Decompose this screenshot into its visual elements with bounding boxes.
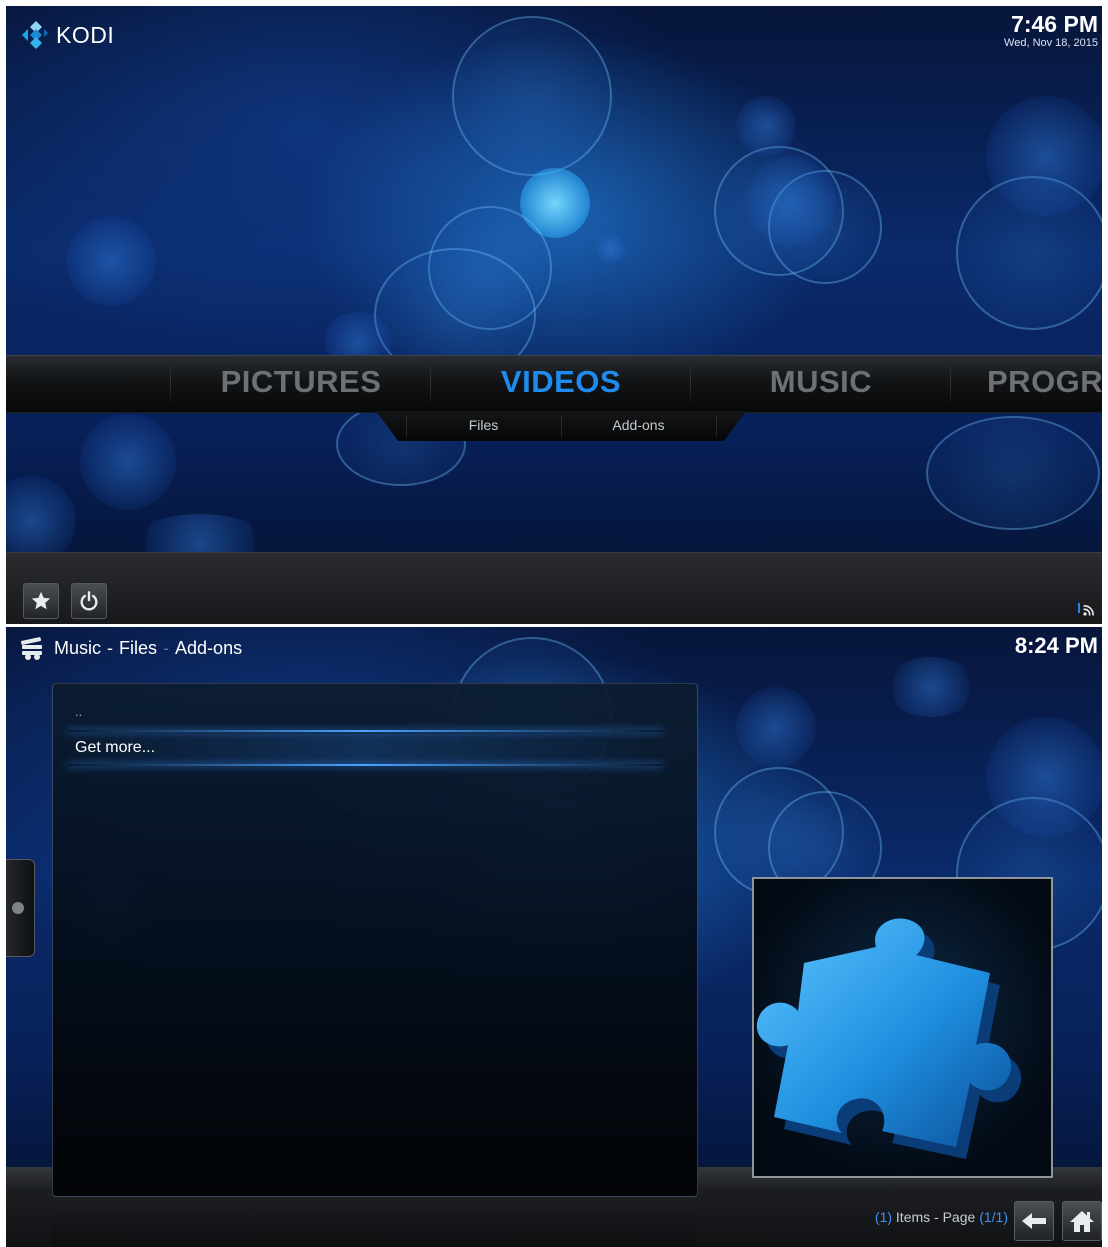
- main-menu-bar: PICTURES VIDEOS MUSIC PROGR: [6, 355, 1102, 413]
- home-screen: KODI 7:46 PM Wed, Nov 18, 2015 PICTURES …: [6, 6, 1102, 624]
- brand-name: KODI: [56, 21, 115, 48]
- back-button[interactable]: [1014, 1201, 1054, 1241]
- favourites-button[interactable]: [23, 583, 59, 619]
- clock: 8:24 PM: [1014, 633, 1098, 658]
- list-highlight-bottom: [67, 764, 663, 766]
- menu-item-pictures[interactable]: PICTURES: [172, 364, 430, 400]
- clock-date: Wed, Nov 18, 2015: [1004, 37, 1098, 49]
- bokeh-background: [6, 6, 1102, 624]
- submenu-divider: [716, 415, 717, 437]
- menu-divider: [430, 362, 431, 406]
- puzzle-piece-icon: [756, 918, 1022, 1159]
- videos-submenu: Files Add-ons: [376, 411, 746, 441]
- submenu-item-files[interactable]: Files: [406, 417, 561, 433]
- clock-time: 7:46 PM: [1011, 11, 1098, 37]
- menu-divider: [690, 362, 691, 406]
- breadcrumb-files[interactable]: Files: [119, 638, 157, 659]
- addon-thumbnail: [752, 877, 1053, 1178]
- home-button[interactable]: [1062, 1201, 1102, 1241]
- kodi-logo-icon: [22, 21, 48, 49]
- menu-divider: [170, 362, 171, 406]
- addons-screen: Music - Files - Add-ons 8:24 PM (1) Item…: [6, 627, 1102, 1247]
- list-highlight-top: [67, 730, 663, 732]
- page-info: (1) Items - Page (1/1): [874, 1209, 1008, 1225]
- side-menu-tab[interactable]: [6, 859, 35, 957]
- items-page-label: Items - Page: [895, 1209, 976, 1225]
- breadcrumb-separator: -: [163, 637, 170, 658]
- kodi-logo: KODI: [20, 20, 114, 50]
- breadcrumb: Music - Files - Add-ons: [20, 635, 242, 661]
- footer-shelf: [52, 1195, 696, 1247]
- menu-item-videos[interactable]: VIDEOS: [432, 364, 690, 400]
- footer-bar: [6, 552, 1102, 624]
- power-button[interactable]: [71, 583, 107, 619]
- list-focus-highlight: [67, 734, 663, 764]
- star-icon: [31, 591, 51, 610]
- breadcrumb-music[interactable]: Music: [54, 638, 101, 659]
- music-icon: [20, 637, 42, 660]
- breadcrumb-addons[interactable]: Add-ons: [175, 638, 242, 659]
- menu-item-programs[interactable]: PROGR: [987, 364, 1102, 400]
- file-list-panel: .. Get more...: [52, 683, 698, 1197]
- clock: 7:46 PM Wed, Nov 18, 2015: [1004, 12, 1098, 50]
- power-icon: [80, 591, 98, 611]
- menu-item-music[interactable]: MUSIC: [692, 364, 950, 400]
- breadcrumb-separator: -: [107, 637, 114, 658]
- submenu-item-addons[interactable]: Add-ons: [561, 417, 716, 433]
- home-icon: [1070, 1211, 1094, 1232]
- page-number: 1/1: [983, 1209, 1004, 1225]
- back-arrow-icon: [1022, 1213, 1046, 1229]
- list-item-get-more[interactable]: Get more...: [75, 739, 155, 757]
- rss-status: [1078, 601, 1098, 622]
- list-item-parent-folder[interactable]: ..: [75, 704, 82, 719]
- menu-divider: [950, 362, 951, 406]
- side-menu-dot-icon: [12, 902, 24, 914]
- rss-icon: [1078, 603, 1094, 616]
